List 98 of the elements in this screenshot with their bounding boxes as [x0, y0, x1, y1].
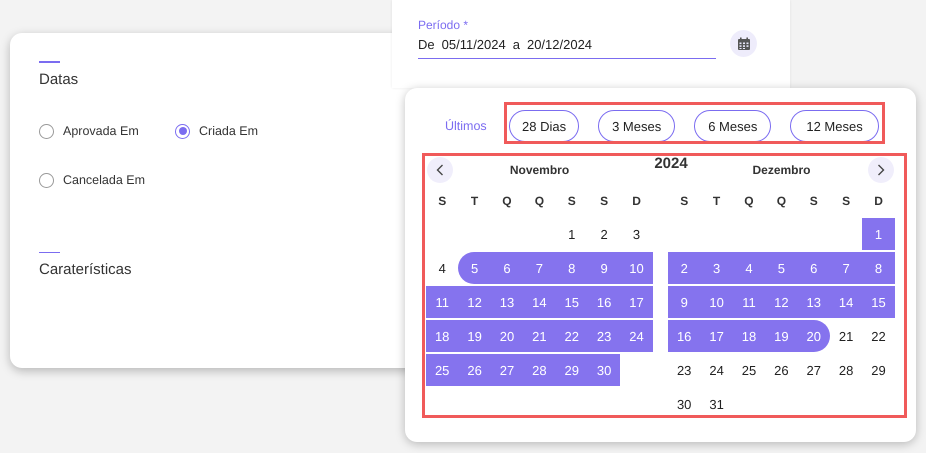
- calendar-day[interactable]: 28: [523, 354, 556, 386]
- calendar-day[interactable]: 4: [732, 252, 766, 284]
- calendar-day[interactable]: 29: [862, 354, 895, 386]
- calendar-day[interactable]: 7: [523, 252, 556, 284]
- calendar-day[interactable]: 22: [862, 320, 895, 352]
- calendar-day[interactable]: 11: [426, 286, 458, 318]
- calendar-day[interactable]: 8: [862, 252, 895, 284]
- weekday-label: T: [470, 194, 480, 208]
- radio-label[interactable]: Aprovada Em: [63, 124, 139, 138]
- calendar-day[interactable]: 24: [620, 320, 653, 352]
- calendar-day[interactable]: 9: [668, 286, 700, 318]
- calendar-day[interactable]: 2: [668, 252, 700, 284]
- calendar-day[interactable]: 3: [620, 218, 653, 250]
- quick-range-label: Últimos: [445, 119, 488, 133]
- calendar-icon[interactable]: [730, 30, 757, 57]
- calendar-day[interactable]: 22: [556, 320, 588, 352]
- radio-label[interactable]: Criada Em: [199, 124, 258, 138]
- calendar-day[interactable]: 1: [556, 218, 588, 250]
- section-title: Caraterísticas: [39, 261, 133, 278]
- calendar-day[interactable]: 17: [700, 320, 733, 352]
- calendar-day[interactable]: 20: [798, 320, 830, 352]
- quick-range-chip[interactable]: 3 Meses: [598, 110, 676, 142]
- weekday-label: S: [808, 194, 819, 208]
- year-label: 2024: [653, 155, 689, 172]
- quick-range-chip[interactable]: 6 Meses: [694, 110, 772, 142]
- calendar-day[interactable]: 27: [798, 354, 830, 386]
- calendar-day[interactable]: 10: [700, 286, 733, 318]
- weekday-label: S: [566, 194, 577, 208]
- calendar-day[interactable]: 31: [700, 388, 733, 420]
- weekday-label: S: [437, 194, 448, 208]
- calendar-day[interactable]: 6: [798, 252, 830, 284]
- calendar-day[interactable]: 21: [830, 320, 862, 352]
- weekday-label: S: [841, 194, 852, 208]
- previous-month-button[interactable]: [427, 157, 453, 183]
- calendar-day[interactable]: 5: [458, 252, 491, 284]
- weekday-label: Q: [501, 194, 513, 208]
- calendar-day[interactable]: 30: [588, 354, 620, 386]
- calendar-day[interactable]: 12: [458, 286, 491, 318]
- weekday-label: Q: [776, 194, 788, 208]
- calendar-day[interactable]: 8: [556, 252, 588, 284]
- calendar-day[interactable]: 2: [588, 218, 620, 250]
- calendar-day[interactable]: 16: [588, 286, 620, 318]
- calendar-day[interactable]: 26: [765, 354, 798, 386]
- calendar-day[interactable]: 10: [620, 252, 653, 284]
- calendar-day[interactable]: 20: [490, 320, 524, 352]
- weekday-label: Q: [743, 194, 755, 208]
- weekday-label: T: [712, 194, 722, 208]
- chevron-left-icon: [436, 164, 444, 176]
- calendar-day[interactable]: 21: [523, 320, 556, 352]
- calendar-day[interactable]: 29: [556, 354, 588, 386]
- calendar-day[interactable]: 5: [765, 252, 798, 284]
- calendar-day[interactable]: 23: [668, 354, 700, 386]
- month-name: Dezembro: [752, 163, 810, 177]
- calendar-day[interactable]: 7: [830, 252, 862, 284]
- calendar-day[interactable]: 12: [765, 286, 798, 318]
- weekday-label: Q: [534, 194, 546, 208]
- radio-button[interactable]: [39, 172, 54, 188]
- radio-label[interactable]: Cancelada Em: [63, 173, 145, 187]
- calendar-day[interactable]: 27: [490, 354, 524, 386]
- calendar-day[interactable]: 6: [490, 252, 524, 284]
- calendar-day[interactable]: 30: [668, 388, 700, 420]
- calendar-day[interactable]: 3: [700, 252, 733, 284]
- calendar-day[interactable]: 1: [862, 218, 895, 250]
- calendar-day[interactable]: 19: [458, 320, 491, 352]
- calendar-day[interactable]: 13: [490, 286, 524, 318]
- field-label: Período *: [418, 18, 470, 32]
- calendar-day[interactable]: 14: [830, 286, 862, 318]
- calendar-day[interactable]: 14: [523, 286, 556, 318]
- calendar-day[interactable]: 23: [588, 320, 620, 352]
- calendar-day[interactable]: 25: [426, 354, 458, 386]
- calendar-day[interactable]: 15: [556, 286, 588, 318]
- next-month-button[interactable]: [868, 157, 894, 183]
- weekday-label: S: [679, 194, 690, 208]
- calendar-day[interactable]: 18: [426, 320, 458, 352]
- weekday-label: S: [599, 194, 610, 208]
- calendar-day[interactable]: 17: [620, 286, 653, 318]
- quick-range-chip[interactable]: 12 Meses: [790, 110, 879, 142]
- radio-button[interactable]: [175, 124, 190, 138]
- quick-range-chip[interactable]: 28 Dias: [509, 110, 580, 142]
- calendar-day[interactable]: 11: [732, 286, 766, 318]
- calendar-day[interactable]: 4: [426, 252, 458, 284]
- chevron-right-icon: [877, 164, 885, 176]
- calendar-day[interactable]: 25: [732, 354, 766, 386]
- calendar-day[interactable]: 24: [700, 354, 733, 386]
- calendar-day[interactable]: 28: [830, 354, 862, 386]
- radio-button[interactable]: [39, 124, 54, 138]
- calendar-day[interactable]: 15: [862, 286, 895, 318]
- calendar-day[interactable]: 13: [798, 286, 830, 318]
- calendar-day[interactable]: 16: [668, 320, 700, 352]
- section-title: Datas: [39, 70, 80, 88]
- calendar-day[interactable]: 26: [458, 354, 491, 386]
- calendar-day[interactable]: 9: [588, 252, 620, 284]
- calendar-day[interactable]: 19: [765, 320, 798, 352]
- month-name: Novembro: [510, 163, 570, 177]
- weekday-label: D: [631, 194, 642, 208]
- calendar-day[interactable]: 18: [732, 320, 766, 352]
- date-range-field[interactable]: De 05/11/2024 a 20/12/2024: [418, 32, 716, 59]
- weekday-label: D: [873, 194, 884, 208]
